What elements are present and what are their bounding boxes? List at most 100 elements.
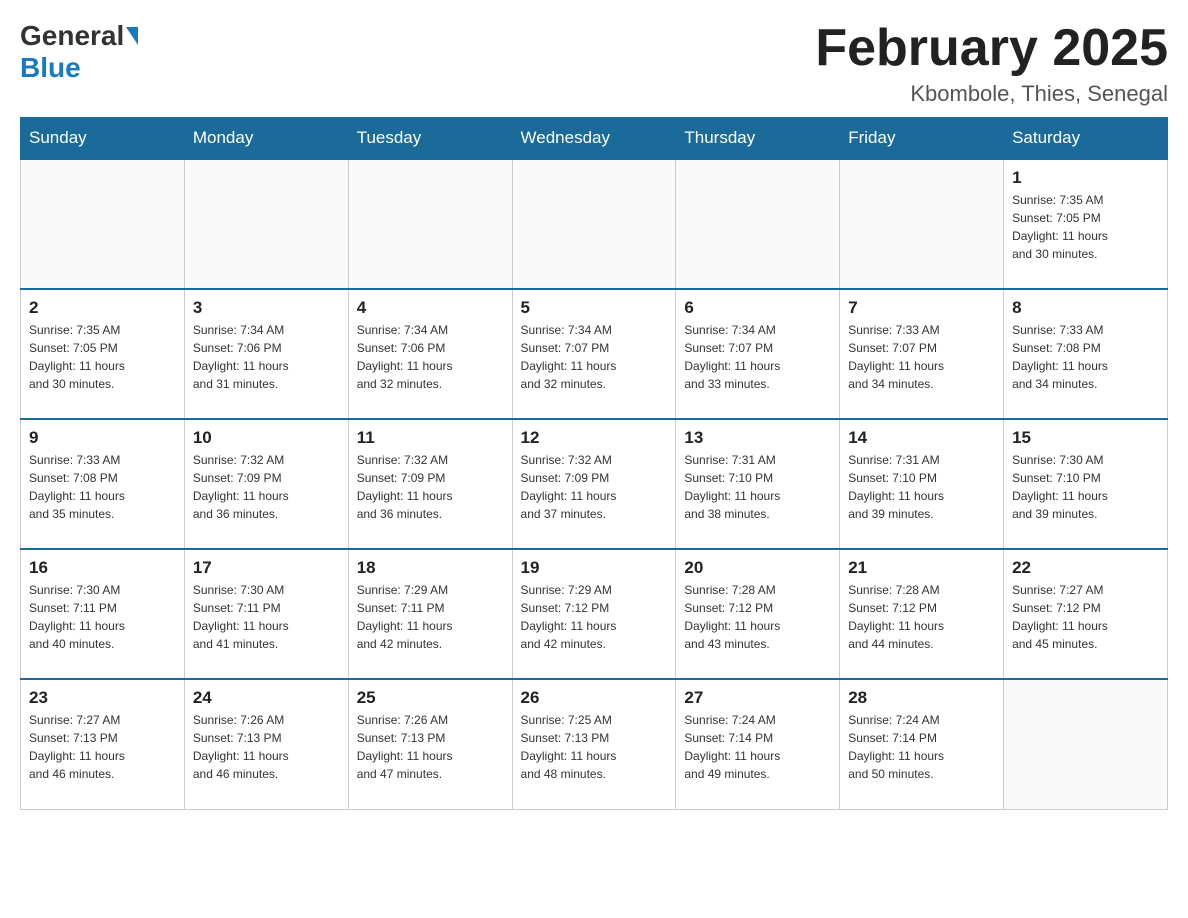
day-number: 18 [357,558,504,578]
calendar-cell: 24 Sunrise: 7:26 AM Sunset: 7:13 PM Dayli… [184,679,348,809]
day-info: Sunrise: 7:34 AM Sunset: 7:06 PM Dayligh… [357,321,504,393]
day-info: Sunrise: 7:30 AM Sunset: 7:11 PM Dayligh… [193,581,340,653]
logo: General Blue [20,20,140,84]
calendar-cell [676,159,840,289]
calendar-cell [21,159,185,289]
day-number: 22 [1012,558,1159,578]
day-info: Sunrise: 7:34 AM Sunset: 7:07 PM Dayligh… [684,321,831,393]
day-info: Sunrise: 7:35 AM Sunset: 7:05 PM Dayligh… [29,321,176,393]
day-number: 1 [1012,168,1159,188]
calendar-cell: 11Sunrise: 7:32 AM Sunset: 7:09 PM Dayli… [348,419,512,549]
day-number: 27 [684,688,831,708]
calendar-cell: 23 Sunrise: 7:27 AM Sunset: 7:13 PM Dayli… [21,679,185,809]
calendar-cell: 19 Sunrise: 7:29 AM Sunset: 7:12 PM Dayli… [512,549,676,679]
day-info: Sunrise: 7:34 AM Sunset: 7:06 PM Dayligh… [193,321,340,393]
calendar-cell: 15 Sunrise: 7:30 AM Sunset: 7:10 PM Dayli… [1004,419,1168,549]
day-number: 21 [848,558,995,578]
calendar-cell: 17Sunrise: 7:30 AM Sunset: 7:11 PM Dayli… [184,549,348,679]
calendar-cell: 16 Sunrise: 7:30 AM Sunset: 7:11 PM Dayli… [21,549,185,679]
day-number: 25 [357,688,504,708]
calendar-cell: 9 Sunrise: 7:33 AM Sunset: 7:08 PM Daylig… [21,419,185,549]
col-saturday: Saturday [1004,118,1168,160]
calendar-cell: 10 Sunrise: 7:32 AM Sunset: 7:09 PM Dayli… [184,419,348,549]
calendar-cell: 1 Sunrise: 7:35 AM Sunset: 7:05 PM Daylig… [1004,159,1168,289]
day-info: Sunrise: 7:24 AM Sunset: 7:14 PM Dayligh… [684,711,831,783]
col-sunday: Sunday [21,118,185,160]
calendar-header-row: Sunday Monday Tuesday Wednesday Thursday… [21,118,1168,160]
day-info: Sunrise: 7:31 AM Sunset: 7:10 PM Dayligh… [848,451,995,523]
day-info: Sunrise: 7:25 AM Sunset: 7:13 PM Dayligh… [521,711,668,783]
day-number: 28 [848,688,995,708]
title-section: February 2025 Kbombole, Thies, Senegal [815,20,1168,107]
day-info: Sunrise: 7:35 AM Sunset: 7:05 PM Dayligh… [1012,191,1159,263]
calendar-cell: 26 Sunrise: 7:25 AM Sunset: 7:13 PM Dayli… [512,679,676,809]
calendar-cell: 6 Sunrise: 7:34 AM Sunset: 7:07 PM Daylig… [676,289,840,419]
day-number: 16 [29,558,176,578]
week-row-0: 1 Sunrise: 7:35 AM Sunset: 7:05 PM Daylig… [21,159,1168,289]
calendar-cell [348,159,512,289]
week-row-2: 9 Sunrise: 7:33 AM Sunset: 7:08 PM Daylig… [21,419,1168,549]
day-number: 14 [848,428,995,448]
day-info: Sunrise: 7:32 AM Sunset: 7:09 PM Dayligh… [193,451,340,523]
logo-arrow-icon [126,27,138,45]
calendar-cell: 14 Sunrise: 7:31 AM Sunset: 7:10 PM Dayli… [840,419,1004,549]
day-info: Sunrise: 7:29 AM Sunset: 7:12 PM Dayligh… [521,581,668,653]
col-monday: Monday [184,118,348,160]
day-info: Sunrise: 7:31 AM Sunset: 7:10 PM Dayligh… [684,451,831,523]
day-number: 12 [521,428,668,448]
day-info: Sunrise: 7:33 AM Sunset: 7:08 PM Dayligh… [1012,321,1159,393]
day-info: Sunrise: 7:26 AM Sunset: 7:13 PM Dayligh… [357,711,504,783]
day-number: 20 [684,558,831,578]
day-number: 4 [357,298,504,318]
day-number: 26 [521,688,668,708]
day-number: 24 [193,688,340,708]
calendar-cell: 28 Sunrise: 7:24 AM Sunset: 7:14 PM Dayli… [840,679,1004,809]
day-number: 9 [29,428,176,448]
day-number: 15 [1012,428,1159,448]
day-info: Sunrise: 7:30 AM Sunset: 7:10 PM Dayligh… [1012,451,1159,523]
day-number: 23 [29,688,176,708]
day-info: Sunrise: 7:27 AM Sunset: 7:12 PM Dayligh… [1012,581,1159,653]
day-info: Sunrise: 7:32 AM Sunset: 7:09 PM Dayligh… [521,451,668,523]
day-info: Sunrise: 7:32 AM Sunset: 7:09 PM Dayligh… [357,451,504,523]
day-number: 2 [29,298,176,318]
logo-blue-text: Blue [20,52,81,84]
day-info: Sunrise: 7:33 AM Sunset: 7:08 PM Dayligh… [29,451,176,523]
calendar-cell: 12 Sunrise: 7:32 AM Sunset: 7:09 PM Dayli… [512,419,676,549]
day-number: 7 [848,298,995,318]
calendar-cell: 7Sunrise: 7:33 AM Sunset: 7:07 PM Daylig… [840,289,1004,419]
col-thursday: Thursday [676,118,840,160]
day-number: 5 [521,298,668,318]
week-row-4: 23 Sunrise: 7:27 AM Sunset: 7:13 PM Dayli… [21,679,1168,809]
day-info: Sunrise: 7:26 AM Sunset: 7:13 PM Dayligh… [193,711,340,783]
day-number: 3 [193,298,340,318]
day-number: 8 [1012,298,1159,318]
calendar-cell: 21Sunrise: 7:28 AM Sunset: 7:12 PM Dayli… [840,549,1004,679]
day-info: Sunrise: 7:30 AM Sunset: 7:11 PM Dayligh… [29,581,176,653]
col-tuesday: Tuesday [348,118,512,160]
logo-general-text: General [20,20,124,52]
day-number: 10 [193,428,340,448]
day-number: 19 [521,558,668,578]
day-info: Sunrise: 7:24 AM Sunset: 7:14 PM Dayligh… [848,711,995,783]
col-friday: Friday [840,118,1004,160]
calendar-cell: 20 Sunrise: 7:28 AM Sunset: 7:12 PM Dayli… [676,549,840,679]
calendar-cell: 2 Sunrise: 7:35 AM Sunset: 7:05 PM Daylig… [21,289,185,419]
calendar-cell: 3 Sunrise: 7:34 AM Sunset: 7:06 PM Daylig… [184,289,348,419]
calendar-cell: 13Sunrise: 7:31 AM Sunset: 7:10 PM Dayli… [676,419,840,549]
day-info: Sunrise: 7:29 AM Sunset: 7:11 PM Dayligh… [357,581,504,653]
location-subtitle: Kbombole, Thies, Senegal [815,81,1168,107]
month-title: February 2025 [815,20,1168,77]
calendar-cell [512,159,676,289]
calendar-cell [184,159,348,289]
calendar-cell [1004,679,1168,809]
week-row-3: 16 Sunrise: 7:30 AM Sunset: 7:11 PM Dayli… [21,549,1168,679]
day-number: 6 [684,298,831,318]
day-info: Sunrise: 7:28 AM Sunset: 7:12 PM Dayligh… [684,581,831,653]
calendar-cell: 22 Sunrise: 7:27 AM Sunset: 7:12 PM Dayli… [1004,549,1168,679]
week-row-1: 2 Sunrise: 7:35 AM Sunset: 7:05 PM Daylig… [21,289,1168,419]
calendar-cell: 25 Sunrise: 7:26 AM Sunset: 7:13 PM Dayli… [348,679,512,809]
calendar-cell [840,159,1004,289]
day-info: Sunrise: 7:27 AM Sunset: 7:13 PM Dayligh… [29,711,176,783]
page-header: General Blue February 2025 Kbombole, Thi… [20,20,1168,107]
